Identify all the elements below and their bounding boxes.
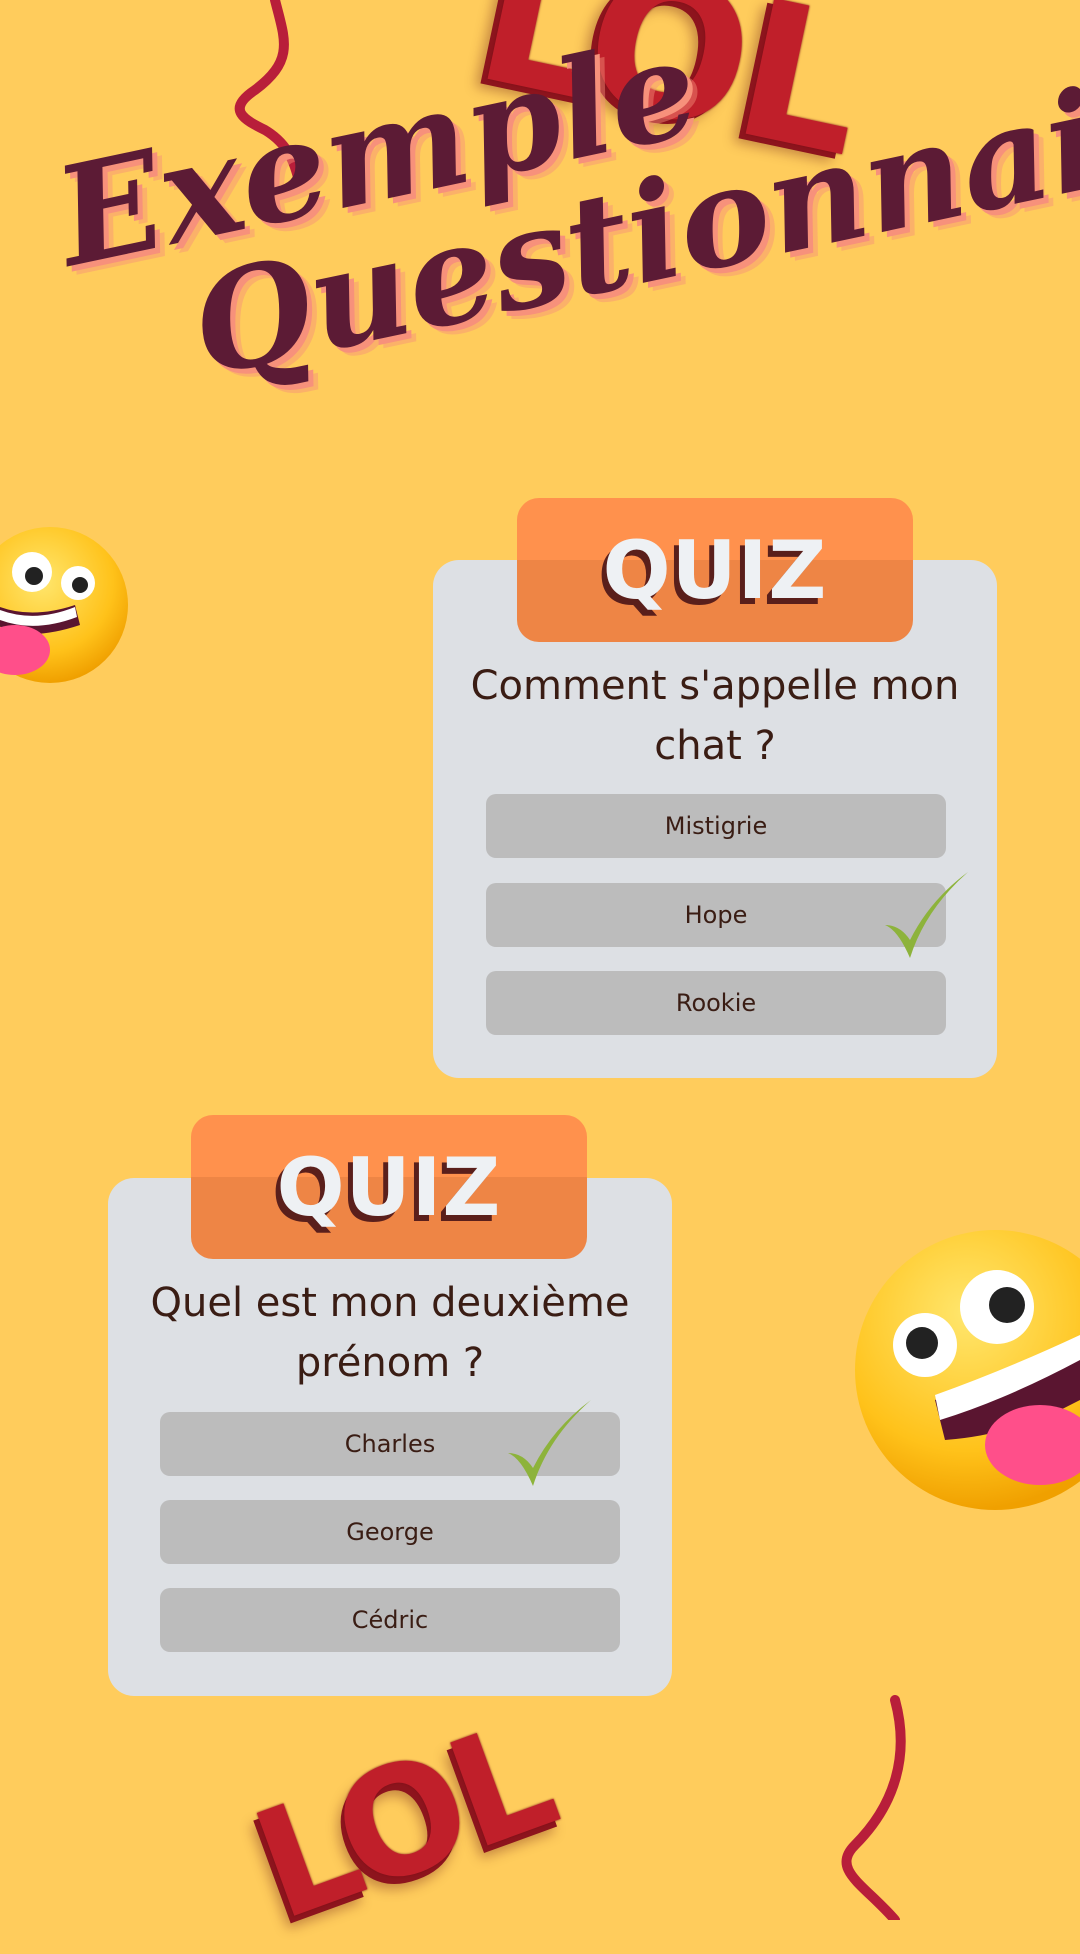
- quiz-header: QUIZ: [517, 498, 913, 642]
- checkmark-icon: [885, 872, 968, 958]
- answer-button[interactable]: Rookie: [486, 971, 946, 1035]
- answer-button[interactable]: Cédric: [160, 1588, 620, 1652]
- quiz-header-label: QUIZ: [602, 523, 828, 617]
- quiz-question: Quel est mon deuxième prénom ?: [150, 1280, 630, 1386]
- quiz-header-label: QUIZ: [276, 1140, 502, 1234]
- zany-face-emoji-icon: [855, 1230, 1080, 1510]
- answer-button[interactable]: George: [160, 1500, 620, 1564]
- ribbon-streamer-icon: [841, 1695, 906, 1920]
- answer-button[interactable]: Hope: [486, 883, 946, 947]
- quiz-question: Comment s'appelle mon chat ?: [470, 663, 960, 769]
- quiz-header: QUIZ: [191, 1115, 587, 1259]
- zany-face-emoji-icon: [0, 527, 128, 683]
- balloon-letters-icon: LOL: [234, 1689, 572, 1954]
- answer-button[interactable]: Mistigrie: [486, 794, 946, 858]
- checkmark-icon: [508, 1400, 591, 1486]
